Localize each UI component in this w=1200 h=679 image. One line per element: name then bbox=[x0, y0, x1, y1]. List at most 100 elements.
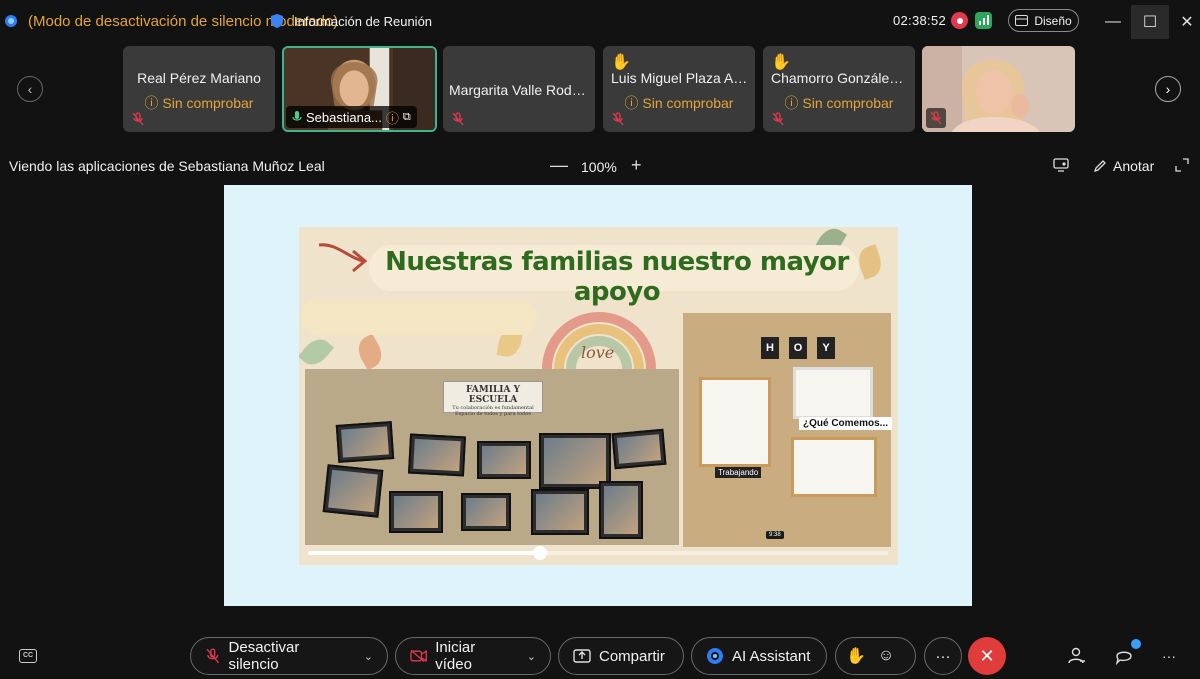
meeting-info-link[interactable]: Información de Reunión bbox=[294, 14, 432, 29]
webex-logo-icon bbox=[5, 15, 17, 27]
chevron-down-icon[interactable]: ⌄ bbox=[364, 650, 373, 663]
ai-assistant-button[interactable]: AI Assistant bbox=[691, 637, 827, 675]
hoy-letter: H bbox=[761, 337, 779, 359]
start-video-button[interactable]: Iniciar vídeo ⌄ bbox=[395, 637, 551, 675]
unmute-label: Desactivar silencio bbox=[228, 639, 300, 673]
chevron-right-icon: › bbox=[1165, 81, 1171, 97]
recording-icon[interactable] bbox=[951, 12, 968, 29]
menu-sheet bbox=[793, 367, 873, 419]
pen-icon bbox=[1093, 160, 1106, 173]
zoom-in-button[interactable]: + bbox=[631, 155, 642, 176]
closed-captions-icon[interactable]: CC bbox=[19, 649, 37, 663]
chevron-down-icon[interactable]: ⌄ bbox=[527, 650, 536, 663]
expand-icon[interactable] bbox=[1175, 158, 1189, 172]
remote-control-icon[interactable] bbox=[1053, 158, 1069, 172]
unmute-button[interactable]: Desactivar silencio ⌄ bbox=[190, 637, 388, 675]
participant-name: Margarita Valle Rodrí... bbox=[449, 82, 592, 98]
more-icon: ··· bbox=[1162, 648, 1176, 664]
annotate-button[interactable]: Anotar bbox=[1093, 158, 1154, 174]
participant-name: Chamorro González L... bbox=[771, 70, 915, 86]
photo-frame bbox=[335, 421, 395, 463]
photo-frame bbox=[407, 433, 467, 477]
chat-icon bbox=[1115, 651, 1132, 665]
chat-notification-dot bbox=[1131, 639, 1141, 649]
share-label: Compartir bbox=[599, 647, 665, 665]
chat-button[interactable] bbox=[1114, 646, 1134, 666]
screen-share-icon: ⧉ bbox=[402, 110, 411, 123]
participant-name: Luis Miguel Plaza Ab... bbox=[611, 70, 753, 86]
more-icon: ··· bbox=[935, 647, 951, 665]
more-options-button[interactable]: ··· bbox=[924, 637, 962, 675]
share-button[interactable]: Compartir bbox=[558, 637, 684, 675]
previous-participants-button[interactable]: ‹ bbox=[17, 76, 43, 102]
video-progress-knob[interactable] bbox=[533, 546, 547, 560]
mic-muted-icon bbox=[926, 108, 946, 128]
photo-frame bbox=[461, 493, 511, 531]
participant-name: Sebastiana... bbox=[306, 109, 382, 125]
question-circle-icon: ⓘ bbox=[144, 95, 159, 111]
participant-tile[interactable]: Margarita Valle Rodrí... bbox=[443, 46, 595, 132]
meeting-timer: 02:38:52 bbox=[893, 13, 947, 28]
leaf-decoration bbox=[854, 244, 886, 280]
familia-escuela-sign: FAMILIA Y ESCUELA Tu colaboración es fun… bbox=[443, 381, 543, 417]
mute-mode-text: (Modo de desactivación de silencio moder… bbox=[28, 13, 339, 30]
raised-hand-icon: ✋ bbox=[771, 54, 791, 71]
participant-status: ⓘ Sin comprobar bbox=[144, 95, 254, 111]
share-title: Viendo las aplicaciones de Sebastiana Mu… bbox=[9, 158, 325, 174]
trabajando-label: Trabajando bbox=[715, 467, 762, 478]
layout-label: Diseño bbox=[1034, 13, 1072, 28]
participants-button[interactable] bbox=[1067, 646, 1087, 666]
mic-active-icon bbox=[292, 110, 302, 121]
participants-icon bbox=[1068, 647, 1085, 664]
overflow-button[interactable]: ··· bbox=[1159, 646, 1179, 666]
leave-meeting-button[interactable]: ✕ bbox=[968, 637, 1006, 675]
reactions-group[interactable]: ✋ ☺ bbox=[835, 637, 916, 675]
photo-frame bbox=[599, 481, 643, 539]
shield-icon[interactable] bbox=[270, 13, 284, 29]
layout-button[interactable]: Diseño bbox=[1008, 9, 1079, 32]
leaf-decoration bbox=[352, 333, 388, 371]
video-progress-track[interactable] bbox=[308, 546, 888, 560]
participant-tile[interactable]: ✋ Luis Miguel Plaza Ab... ⓘ Sin comproba… bbox=[603, 46, 755, 132]
video-off-icon bbox=[410, 649, 427, 663]
mic-muted-icon bbox=[612, 112, 624, 126]
zoom-level: 100% bbox=[581, 159, 617, 175]
leaf-decoration bbox=[299, 333, 335, 371]
participant-tile-video[interactable] bbox=[922, 46, 1075, 132]
chevron-left-icon: ‹ bbox=[27, 81, 33, 97]
ai-assistant-icon bbox=[707, 648, 723, 664]
question-circle-icon: ⓘ bbox=[624, 95, 639, 111]
title-bar: (Modo de desactivación de silencio moder… bbox=[0, 0, 1200, 42]
raise-hand-icon[interactable]: ✋ bbox=[846, 646, 866, 666]
photo-frame bbox=[389, 491, 443, 533]
zoom-out-button[interactable]: — bbox=[550, 155, 568, 176]
shared-slide[interactable]: Nuestras familias nuestro mayor apoyo lo… bbox=[299, 227, 898, 565]
photo-frame bbox=[611, 428, 667, 470]
participant-tile-active[interactable]: Sebastiana... ⓘ ⧉ bbox=[282, 46, 437, 132]
mic-muted-icon bbox=[206, 648, 220, 664]
minimize-button[interactable]: — bbox=[1094, 5, 1132, 39]
participant-status: ⓘ Sin comprobar bbox=[784, 95, 894, 111]
next-participants-button[interactable]: › bbox=[1155, 76, 1181, 102]
network-stats-icon[interactable] bbox=[975, 12, 992, 29]
hoy-letter: O bbox=[789, 337, 807, 359]
participant-tile[interactable]: ✋ Chamorro González L... ⓘ Sin comprobar bbox=[763, 46, 915, 132]
participant-caption: Sebastiana... ⓘ ⧉ bbox=[286, 106, 417, 128]
participant-status: ⓘ Sin comprobar bbox=[624, 95, 734, 111]
mic-muted-icon bbox=[452, 112, 464, 126]
question-circle-icon: ⓘ bbox=[784, 95, 799, 111]
annotate-label: Anotar bbox=[1113, 158, 1155, 174]
reactions-icon[interactable]: ☺ bbox=[878, 647, 894, 665]
photo-frame bbox=[531, 489, 589, 535]
photo-frame bbox=[477, 441, 531, 479]
video-progress-fill bbox=[308, 551, 540, 555]
video-time-tooltip: 9:38 bbox=[766, 531, 784, 539]
raised-hand-icon: ✋ bbox=[611, 54, 631, 71]
slide-pill bbox=[301, 299, 537, 335]
que-comemos-label: ¿Qué Comemos... bbox=[799, 417, 893, 430]
share-screen-icon bbox=[573, 649, 591, 663]
close-window-button[interactable]: ✕ bbox=[1168, 5, 1200, 39]
love-text: love bbox=[581, 343, 615, 362]
participant-tile[interactable]: Real Pérez Mariano ⓘ Sin comprobar bbox=[123, 46, 275, 132]
maximize-button[interactable]: ☐ bbox=[1131, 5, 1169, 39]
